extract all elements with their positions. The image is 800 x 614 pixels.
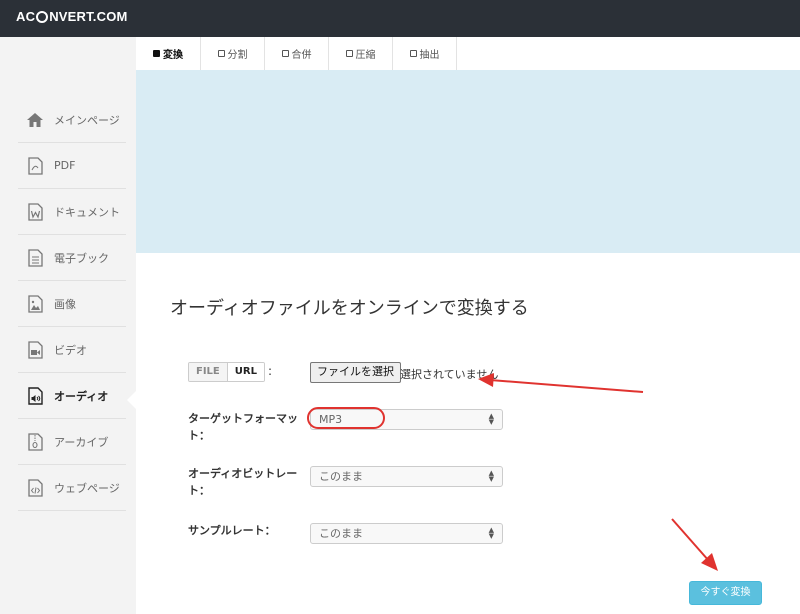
audio-bitrate-select[interactable]: このまま ▲ ▼ <box>310 466 503 487</box>
webpage-file-icon <box>26 478 44 497</box>
sidebar-item-pdf[interactable]: PDF <box>18 143 126 189</box>
tab-label: 合併 <box>291 50 312 61</box>
sidebar-item-label: 画像 <box>54 297 76 311</box>
source-colon: : <box>268 364 273 378</box>
ebook-file-icon <box>26 248 44 267</box>
sidebar-item-label: ビデオ <box>54 343 87 357</box>
tab-compress[interactable]: 圧縮 <box>329 37 393 70</box>
sidebar-item-label: PDF <box>54 159 76 172</box>
url-source-option[interactable]: URL <box>227 363 264 381</box>
checkbox-empty-icon <box>409 50 417 57</box>
source-toggle: FILE URL <box>188 362 265 382</box>
sidebar-item-label: オーディオ <box>54 389 109 403</box>
target-format-value: MP3 <box>319 413 343 426</box>
archive-file-icon <box>26 432 44 451</box>
home-icon <box>26 111 44 129</box>
tab-label: 変換 <box>163 50 183 61</box>
select-caret-icon: ▲ ▼ <box>488 469 494 483</box>
select-caret-icon: ▲ ▼ <box>488 412 494 426</box>
checkbox-filled-icon <box>153 50 160 57</box>
sidebar-item-label: アーカイブ <box>54 435 109 449</box>
tab-label: 圧縮 <box>355 50 376 61</box>
tab-label: 分割 <box>227 50 248 61</box>
arrow-to-file-input <box>478 373 644 393</box>
sample-rate-label: サンプルレート： <box>188 524 276 537</box>
image-file-icon <box>26 294 44 313</box>
word-document-icon <box>26 202 44 221</box>
video-file-icon <box>26 340 44 359</box>
site-logo[interactable]: AC NVERT.COM <box>16 9 128 24</box>
tab-extract[interactable]: 抽出 <box>393 37 457 70</box>
sidebar-item-label: 電子ブック <box>54 251 109 265</box>
sidebar-item-image[interactable]: 画像 <box>18 281 126 327</box>
sidebar-item-video[interactable]: ビデオ <box>18 327 126 373</box>
file-status-text: 選択されていません <box>400 368 499 381</box>
select-caret-icon: ▲ ▼ <box>488 526 494 540</box>
checkbox-empty-icon <box>345 50 353 57</box>
file-source-option[interactable]: FILE <box>189 363 228 381</box>
arrow-to-convert-button <box>671 518 718 571</box>
sidebar: メインページ PDF ドキュメント 電子ブック 画像 ビデオ オーディオ アーカ… <box>0 37 136 614</box>
target-format-select[interactable]: MP3 ▲ ▼ <box>310 409 503 430</box>
logo-text-right: NVERT.COM <box>49 9 128 24</box>
sidebar-item-main-page[interactable]: メインページ <box>18 97 126 143</box>
audio-bitrate-label: オーディオビットレート： <box>188 467 298 497</box>
pdf-file-icon <box>26 156 44 175</box>
convert-now-button[interactable]: 今すぐ変換 <box>689 581 762 605</box>
sidebar-item-webpage[interactable]: ウェブページ <box>18 465 126 511</box>
sidebar-item-document[interactable]: ドキュメント <box>18 189 126 235</box>
logo-text-left: AC <box>16 9 36 24</box>
tab-split[interactable]: 分割 <box>201 37 265 70</box>
target-format-label: ターゲットフォーマット： <box>188 412 298 442</box>
sidebar-item-label: ドキュメント <box>54 205 120 219</box>
page-title: オーディオファイルをオンラインで変換する <box>170 298 529 319</box>
sidebar-item-audio[interactable]: オーディオ <box>18 373 126 419</box>
sidebar-item-archive[interactable]: アーカイブ <box>18 419 126 465</box>
checkbox-empty-icon <box>217 50 225 57</box>
sidebar-item-ebook[interactable]: 電子ブック <box>18 235 126 281</box>
sidebar-item-label: ウェブページ <box>54 481 120 495</box>
sample-rate-value: このまま <box>319 527 363 540</box>
tool-tabs: 変換 分割 合併 圧縮 抽出 <box>136 37 800 70</box>
active-item-pointer <box>127 390 137 410</box>
logo-ring-icon <box>36 10 49 23</box>
tab-merge[interactable]: 合併 <box>265 37 329 70</box>
top-bar: AC NVERT.COM <box>0 0 800 37</box>
sidebar-item-label: メインページ <box>54 113 120 127</box>
choose-file-button[interactable]: ファイルを選択 <box>310 362 401 383</box>
sample-rate-select[interactable]: このまま ▲ ▼ <box>310 523 503 544</box>
banner-area <box>136 70 800 253</box>
tab-label: 抽出 <box>419 50 440 61</box>
audio-file-icon <box>26 386 44 405</box>
audio-bitrate-value: このまま <box>319 470 363 483</box>
checkbox-empty-icon <box>281 50 289 57</box>
tab-convert[interactable]: 変換 <box>136 37 201 70</box>
